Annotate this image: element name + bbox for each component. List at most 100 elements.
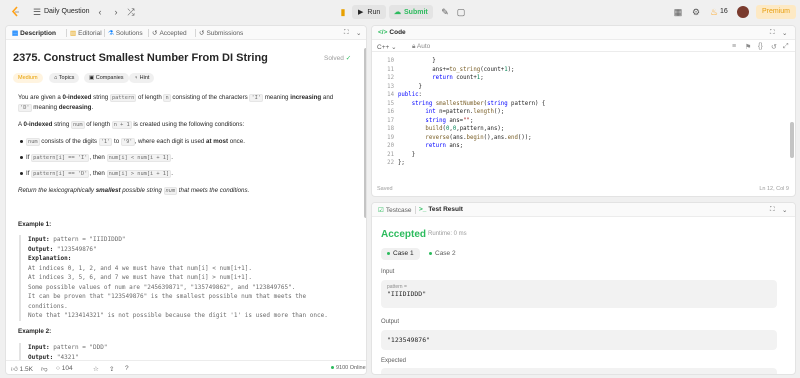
editor-toolbar: C++ ⌄ 🔒︎ Auto ≡ ⚑ {} ↺ ⤢: [372, 40, 795, 52]
star-icon[interactable]: ☆: [93, 365, 99, 373]
line-number: 12: [387, 75, 394, 81]
auto-mode[interactable]: 🔒︎ Auto: [412, 43, 430, 51]
condition-item: num consists of the digits '1' to '9', w…: [26, 138, 245, 146]
layout-icon[interactable]: ▦: [673, 7, 683, 17]
streak-fire-icon[interactable]: ♨: [709, 7, 719, 17]
code-line: return ans;: [425, 143, 464, 149]
output-label: Output: [381, 319, 400, 325]
problem-list-icon[interactable]: ☰: [32, 7, 42, 17]
problem-title: 2375. Construct Smallest Number From DI …: [13, 52, 268, 64]
description-footer: 👍︎ 1.5K 👎︎ ○ 104 ☆ ⇪ ? 9100 Online: [6, 360, 366, 374]
input-label: Input: [381, 269, 395, 275]
code-line: ans+=to_string(count+1);: [398, 67, 515, 73]
hint-chip[interactable]: ♀ Hint: [129, 73, 155, 83]
case-1-tab[interactable]: Case 1: [381, 248, 420, 260]
tab-testcase[interactable]: ☑ Testcase: [378, 206, 411, 214]
example-input: Input: pattern = "DDD": [28, 344, 108, 351]
code-line: public:: [398, 92, 422, 98]
tab-solutions[interactable]: ⚗ Solutions: [108, 29, 143, 37]
submit-button[interactable]: ☁ Submit: [389, 5, 433, 19]
solved-status: Solved ✓: [324, 54, 351, 62]
lock-icon: ▣: [89, 75, 96, 81]
run-button[interactable]: ▶ Run: [352, 5, 386, 19]
description-scrollbar[interactable]: [364, 48, 366, 218]
top-bar: ☰ Daily Question ‹ › ⤮ ▮ ▶ Run ☁ Submit …: [0, 0, 800, 24]
bookmark-icon[interactable]: ⚑: [745, 43, 751, 51]
whiteboard-icon[interactable]: ▢: [456, 7, 466, 17]
more-icon[interactable]: ⌄: [782, 206, 787, 214]
tab-label: Description: [20, 30, 56, 37]
case-2-tab[interactable]: Case 2: [423, 248, 462, 260]
run-label: Run: [367, 8, 381, 16]
code-brackets-icon: </>: [378, 29, 388, 36]
format-icon[interactable]: ≡: [732, 43, 736, 50]
comments-button[interactable]: ○ 104: [56, 365, 73, 372]
leetcode-logo-icon[interactable]: [10, 6, 22, 18]
example-output: Output: "123549876": [28, 245, 97, 253]
tab-label: Accepted: [159, 30, 187, 37]
more-icon[interactable]: ⌄: [782, 29, 787, 37]
companies-chip[interactable]: ▣ Companies: [84, 73, 129, 83]
tab-editorial[interactable]: ▥ Editorial: [70, 29, 102, 37]
tab-test-result[interactable]: >_ Test Result: [419, 206, 463, 213]
line-number: 10: [387, 58, 394, 64]
explanation-line: At indices 3, 5, 6, and 7 we must have t…: [28, 274, 252, 281]
maximize-icon[interactable]: ⛶: [770, 29, 775, 37]
tab-submissions[interactable]: ↺ Submissions: [199, 29, 243, 37]
tab-description[interactable]: ▤ Description: [12, 29, 56, 37]
online-label: 9100 Online: [336, 365, 366, 371]
maximize-icon[interactable]: ⛶: [770, 206, 775, 214]
book-icon: ▥: [70, 30, 77, 37]
next-problem-icon[interactable]: ›: [111, 7, 121, 17]
premium-button[interactable]: Premium: [756, 5, 796, 19]
code-panel: </> Code ⛶ ⌄ C++ ⌄ 🔒︎ Auto ≡ ⚑ {} ↺ ⤢ 10 …: [371, 25, 796, 197]
code-line: }: [398, 152, 416, 158]
line-number: 17: [387, 118, 394, 124]
condition-item: If pattern[i] == 'D', then num[i] > num[…: [26, 170, 173, 178]
dislike-icon[interactable]: 👎︎: [41, 365, 48, 373]
topics-chip[interactable]: ⌂ Topics: [49, 73, 80, 83]
editor-scrollbar[interactable]: [790, 122, 794, 158]
fullscreen-icon[interactable]: ⤢: [783, 43, 789, 51]
avatar[interactable]: [737, 6, 749, 18]
braces-icon[interactable]: {}: [758, 43, 763, 50]
random-problem-icon[interactable]: ⤮: [126, 7, 136, 17]
chip-label: Companies: [95, 75, 124, 81]
tab-accepted[interactable]: ↺ Accepted: [152, 29, 187, 37]
line-number: 11: [387, 67, 394, 73]
explanation-line: Some possible values of num are "2456398…: [28, 283, 296, 291]
example-2-title: Example 2:: [18, 328, 52, 335]
debug-icon[interactable]: ▮: [338, 7, 348, 17]
difficulty-badge[interactable]: Medium: [13, 73, 43, 83]
help-icon[interactable]: ?: [125, 365, 129, 372]
like-button[interactable]: 👍︎ 1.5K: [11, 365, 33, 373]
tab-label: Submissions: [206, 30, 244, 37]
tab-label: Testcase: [385, 207, 412, 214]
description-paragraph: You are given a 0-indexed string pattern…: [18, 94, 334, 102]
reset-icon[interactable]: ↺: [771, 43, 777, 51]
language-label: C++: [377, 44, 390, 51]
bullet-dot: [20, 172, 23, 175]
maximize-icon[interactable]: ⛶: [344, 29, 349, 37]
explanation-line: It can be proven that "123549876" is the…: [28, 293, 307, 300]
language-select[interactable]: C++ ⌄: [377, 43, 397, 51]
pass-dot: [429, 251, 432, 255]
code-line: };: [398, 160, 405, 166]
explanation-line: Note that "123414321" is not possible be…: [28, 312, 328, 319]
tab-code[interactable]: </> Code: [378, 29, 406, 36]
share-icon[interactable]: ⇪: [109, 365, 114, 373]
more-icon[interactable]: ⌄: [356, 29, 361, 37]
description-panel: ▤ Description ▥ Editorial ⚗ Solutions ↺ Acce…: [5, 25, 367, 375]
checkbox-icon: ☑: [378, 207, 384, 214]
thumbs-up-icon: 👍︎: [11, 366, 20, 373]
cursor-position: Ln 12, Col 9: [759, 186, 789, 192]
daily-question-link[interactable]: Daily Question: [44, 8, 90, 15]
chip-label: Hint: [139, 75, 150, 81]
flask-icon: ⚗: [108, 30, 114, 37]
input-key: pattern =: [387, 284, 407, 290]
notes-icon[interactable]: ✎: [440, 7, 450, 17]
example-1-title: Example 1:: [18, 221, 52, 228]
condition-item: If pattern[i] == 'I', then num[i] < num[…: [26, 154, 173, 162]
prev-problem-icon[interactable]: ‹: [95, 7, 105, 17]
settings-gear-icon[interactable]: ⚙: [691, 7, 701, 17]
